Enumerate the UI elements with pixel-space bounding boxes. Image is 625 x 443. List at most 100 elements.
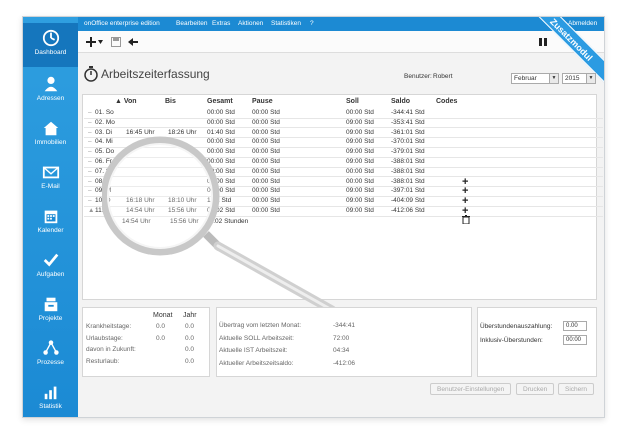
tree-connector-icon[interactable]: ▲ xyxy=(88,207,94,214)
nav-label: Kalender xyxy=(37,227,64,234)
tree-connector-icon[interactable]: – xyxy=(88,119,92,126)
logout-link[interactable]: Abmelden xyxy=(568,20,597,27)
table-cell-day[interactable]: 01. So xyxy=(95,109,114,116)
nav-label: Statistik xyxy=(39,403,62,410)
table-cell-gesamt: 00:00 Std xyxy=(207,109,235,116)
month-value: Februar xyxy=(514,75,537,82)
overtime-included-label: Inklusiv-Überstunden: xyxy=(480,337,543,344)
save-icon[interactable] xyxy=(111,37,121,47)
summary-label: Aktuelle IST Arbeitszeit: xyxy=(219,347,288,354)
tree-connector-icon[interactable]: – xyxy=(88,178,92,185)
summary-panel xyxy=(216,307,472,377)
tree-connector-icon[interactable]: – xyxy=(88,138,92,145)
menu-help[interactable]: ? xyxy=(310,20,314,27)
table-cell-saldo: -412:06 Std xyxy=(391,207,425,214)
table-cell-saldo: -397:01 Std xyxy=(391,187,425,195)
table-cell-saldo: -379:01 Std xyxy=(391,148,425,156)
table-cell-gesamt: 00:00 Std xyxy=(207,118,235,126)
row-divider xyxy=(84,127,603,129)
tree-connector-icon[interactable]: – xyxy=(88,187,92,194)
nav-label: Adressen xyxy=(36,95,65,102)
col-gesamt-header[interactable]: Gesamt xyxy=(207,98,233,105)
overtime-included-field[interactable]: 00:00 xyxy=(563,335,587,345)
table-cell-day[interactable]: 02. Mo xyxy=(95,119,115,126)
stats-label: Urlaubstage: xyxy=(86,334,123,342)
col-bis-header[interactable]: Bis xyxy=(165,98,176,105)
chevron-down-icon[interactable] xyxy=(98,40,103,44)
row-divider xyxy=(84,117,603,119)
tree-connector-icon[interactable]: – xyxy=(88,168,92,175)
year-select[interactable]: 2015 ▼ xyxy=(562,73,596,84)
nav-projekte[interactable]: Projekte xyxy=(23,289,78,333)
nav-label: Prozesse xyxy=(36,359,65,366)
table-cell-saldo: -370:01 Std xyxy=(391,138,425,146)
calendar-icon xyxy=(44,210,57,224)
menu-statistiken[interactable]: Statistiken xyxy=(271,20,301,27)
table-cell-pause: 00:00 Std xyxy=(252,109,280,116)
chevron-down-icon: ▼ xyxy=(586,74,595,83)
nav-aufgaben[interactable]: Aufgaben xyxy=(23,245,78,289)
sidebar: Dashboard Adressen Immobilien E-Mail Kal… xyxy=(23,17,78,417)
back-arrow-icon[interactable] xyxy=(128,37,138,47)
col-soll-header[interactable]: Soll xyxy=(346,98,359,105)
stats-monat: 0.0 xyxy=(156,334,166,342)
tree-connector-icon[interactable]: – xyxy=(88,158,92,165)
nav-email[interactable]: E-Mail xyxy=(23,157,78,201)
menu-aktionen[interactable]: Aktionen xyxy=(238,20,263,27)
nav-immobilien[interactable]: Immobilien xyxy=(23,113,78,157)
nav-adressen[interactable]: Adressen xyxy=(23,69,78,113)
add-icon[interactable] xyxy=(86,37,98,47)
print-button[interactable]: Drucken xyxy=(516,383,555,395)
summary-value: -412:06 xyxy=(333,359,356,367)
table-cell-saldo: -353:41 Std xyxy=(391,118,425,126)
envelope-icon xyxy=(42,166,59,179)
table-cell-saldo: -344:41 Std xyxy=(391,109,425,116)
stats-label: Resturlaub: xyxy=(86,357,120,365)
nav-label: Immobilien xyxy=(34,139,67,146)
process-icon xyxy=(42,340,59,355)
stats-monat-header: Monat xyxy=(153,312,173,319)
pause-icon[interactable] xyxy=(539,38,547,46)
tree-connector-icon[interactable]: – xyxy=(88,129,92,136)
menu-extras[interactable]: Extras xyxy=(212,20,230,27)
nav-label: Dashboard xyxy=(34,49,67,56)
tree-connector-icon[interactable]: – xyxy=(88,197,92,204)
edition-label: onOffice enterprise edition xyxy=(84,20,160,27)
summary-value: 04:34 xyxy=(333,347,350,354)
year-value: 2015 xyxy=(565,75,580,82)
nav-prozesse[interactable]: Prozesse xyxy=(23,333,78,377)
person-icon xyxy=(44,76,57,92)
trash-icon[interactable] xyxy=(462,215,470,224)
col-von-header[interactable]: ▲ Von xyxy=(115,98,137,105)
overtime-payout-field[interactable]: 0.00 xyxy=(563,321,587,331)
summary-value: -344:41 xyxy=(333,322,356,329)
nav-statistik[interactable]: Statistik xyxy=(23,377,78,417)
chart-icon xyxy=(44,386,56,400)
col-codes-header[interactable]: Codes xyxy=(436,98,457,105)
table-cell-soll: 00:00 Std xyxy=(346,109,374,116)
tree-connector-icon[interactable]: – xyxy=(88,109,92,116)
col-saldo-header[interactable]: Saldo xyxy=(391,98,410,105)
save-button[interactable]: Sichern xyxy=(558,383,595,395)
top-menu-bar: onOffice enterprise edition Bearbeiten E… xyxy=(78,17,604,31)
stats-monat: 0.0 xyxy=(156,323,166,330)
menu-bearbeiten[interactable]: Bearbeiten xyxy=(176,20,207,27)
month-select[interactable]: Februar ▼ xyxy=(511,73,559,84)
user-settings-button[interactable]: Benutzer-Einstellungen xyxy=(430,383,512,395)
summary-label: Aktuelle SOLL Arbeitszeit: xyxy=(219,334,294,342)
stats-jahr: 0.0 xyxy=(185,323,195,330)
stats-jahr: 0.0 xyxy=(185,357,195,365)
nav-label: Projekte xyxy=(38,315,63,322)
summary-label: Aktueller Arbeitszeitsaldo: xyxy=(219,359,294,367)
chevron-down-icon: ▼ xyxy=(549,74,558,83)
tree-connector-icon[interactable]: – xyxy=(88,148,92,155)
dashboard-icon xyxy=(42,29,59,47)
nav-dashboard[interactable]: Dashboard xyxy=(23,23,78,67)
col-pause-header[interactable]: Pause xyxy=(252,98,273,105)
nav-kalender[interactable]: Kalender xyxy=(23,201,78,245)
stopwatch-icon xyxy=(84,66,98,82)
table-cell-saldo: -388:01 Std xyxy=(391,177,425,185)
table-cell-saldo: -388:01 Std xyxy=(391,167,425,175)
table-cell-saldo: -361:01 Std xyxy=(391,128,425,136)
toolbar xyxy=(78,31,604,53)
